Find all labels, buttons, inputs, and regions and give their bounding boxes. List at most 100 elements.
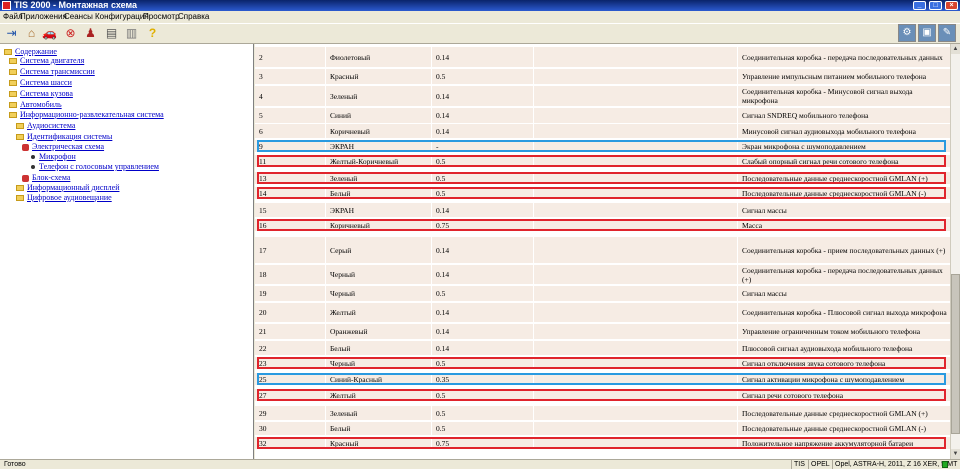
wire-size-cell: 0.5 xyxy=(432,422,533,435)
scroll-down-icon[interactable]: ▼ xyxy=(951,449,960,459)
help-icon[interactable]: ? xyxy=(145,26,160,41)
description-cell: Сигнал отключения звука сотового телефон… xyxy=(738,357,950,369)
blank-cell xyxy=(534,357,737,369)
tree-item-chassis[interactable]: Система шасси xyxy=(9,78,72,88)
contents-tree: Содержание Система двигателя Система тра… xyxy=(0,44,254,459)
wire-size-cell: 0.5 xyxy=(432,187,533,199)
tree-item-voice-phone[interactable]: Телефон с голосовым управлением xyxy=(31,162,159,172)
bullet-icon xyxy=(31,165,35,170)
diagnostics-icon[interactable]: ⚙ xyxy=(898,24,916,42)
menu-help[interactable]: Справка xyxy=(178,11,209,23)
folder-icon xyxy=(9,58,17,65)
table-row[interactable]: 29 Зеленый 0.5 Последовательные данные сред… xyxy=(255,406,950,420)
cancel-icon[interactable]: ⊗ xyxy=(63,26,78,41)
wire-color-cell: Желтый xyxy=(326,389,431,401)
menu-bar: Файл Приложения Сеансы Конфигурация Прос… xyxy=(0,11,960,23)
wire-color-cell: Зеленый xyxy=(326,86,431,106)
vertical-scrollbar[interactable]: ▲ ▼ xyxy=(950,44,960,459)
tree-item-vehicle[interactable]: Автомобиль xyxy=(9,100,62,110)
wire-size-cell: 0.14 xyxy=(432,324,533,339)
blank-cell xyxy=(534,237,737,263)
wire-color-cell: Белый xyxy=(326,341,431,355)
table-row[interactable]: 14 Белый 0.5 Последовательные данные средне… xyxy=(255,187,950,199)
tree-item-info-display[interactable]: Информационный дисплей xyxy=(16,183,119,193)
settings-icon[interactable]: ✎ xyxy=(938,24,956,42)
description-cell: Соединительная коробка - прием последова… xyxy=(738,237,950,263)
print-icon[interactable]: ▤ xyxy=(104,26,119,41)
table-row[interactable]: 15 ЭКРАН 0.14 Сигнал массы xyxy=(255,203,950,217)
pin-cell: 5 xyxy=(255,108,325,123)
tree-item-audio[interactable]: Аудиосистема xyxy=(16,121,75,131)
menu-applications[interactable]: Приложения xyxy=(20,11,67,23)
wire-size-cell: 0.14 xyxy=(432,108,533,123)
blank-cell xyxy=(534,373,737,385)
close-button[interactable]: × xyxy=(945,1,958,10)
tree-item-infotainment[interactable]: Информационно-развлекательная система xyxy=(9,110,164,120)
table-row[interactable]: 23 Черный 0.5 Сигнал отключения звука сотов… xyxy=(255,357,950,369)
table-row[interactable]: 25 Синий-Красный 0.35 Сигнал активации микр… xyxy=(255,373,950,385)
tree-item-microphone[interactable]: Микрофон xyxy=(31,152,76,162)
wire-color-cell: Оранжевый xyxy=(326,324,431,339)
blank-cell xyxy=(534,203,737,217)
tree-item-transmission[interactable]: Система трансмиссии xyxy=(9,67,95,77)
scroll-thumb[interactable] xyxy=(951,274,960,434)
table-row[interactable]: 5 Синий 0.14 Сигнал SNDREQ мобильного телеф… xyxy=(255,108,950,123)
table-row[interactable]: 17 Серый 0.14 Соединительная коробка - прие… xyxy=(255,237,950,263)
table-row[interactable]: 13 Зеленый 0.5 Последовательные данные сред… xyxy=(255,172,950,184)
wire-size-cell: 0.5 xyxy=(432,172,533,184)
wire-color-cell: Серый xyxy=(326,237,431,263)
table-row[interactable]: 9 ЭКРАН - Экран микрофона с шумоподавлением xyxy=(255,140,950,152)
car-icon[interactable]: 🚗 xyxy=(42,26,57,41)
wire-color-cell: Белый xyxy=(326,187,431,199)
wire-size-cell: 0.14 xyxy=(432,86,533,106)
vehicle-icon[interactable]: ▣ xyxy=(918,24,936,42)
print-setup-icon[interactable]: ▥ xyxy=(124,26,139,41)
wire-color-cell: Коричневый xyxy=(326,124,431,138)
table-row[interactable]: 30 Белый 0.5 Последовательные данные средне… xyxy=(255,422,950,435)
minimize-button[interactable]: _ xyxy=(913,1,926,10)
blank-cell xyxy=(534,108,737,123)
description-cell: Масса xyxy=(738,219,950,231)
table-row[interactable]: 6 Коричневый 0.14 Минусовой сигнал аудиовых… xyxy=(255,124,950,138)
folder-icon xyxy=(9,69,17,76)
menu-sessions[interactable]: Сеансы xyxy=(64,11,93,23)
table-row[interactable]: 4 Зеленый 0.14 Соединительная коробка - Мин… xyxy=(255,86,950,106)
menu-view[interactable]: Просмотр xyxy=(143,11,180,23)
maximize-button[interactable]: □ xyxy=(929,1,942,10)
tree-item-block-diagram[interactable]: Блок-схема xyxy=(22,173,70,183)
table-row[interactable]: 3 Красный 0.5 Управление импульсным питание… xyxy=(255,69,950,84)
table-row[interactable]: 22 Белый 0.14 Плюсовой сигнал аудиовыхода м… xyxy=(255,341,950,355)
table-row[interactable]: 19 Черный 0.5 Сигнал массы xyxy=(255,286,950,301)
tree-item-dab[interactable]: Цифровое аудиовещание xyxy=(16,193,112,203)
scroll-up-icon[interactable]: ▲ xyxy=(951,44,960,54)
description-cell: Сигнал активации микрофона с шумоподавле… xyxy=(738,373,950,385)
table-row[interactable]: 2 Фиолетовый 0.14 Соединительная коробка - … xyxy=(255,47,950,67)
table-row[interactable]: 11 Желтый-Коричневый 0.5 Слабый опорный сиг… xyxy=(255,155,950,167)
table-row[interactable]: 21 Оранжевый 0.14 Управление ограниченным т… xyxy=(255,324,950,339)
pin-cell: 29 xyxy=(255,406,325,420)
menu-configuration[interactable]: Конфигурация xyxy=(95,11,149,23)
tree-item-system-id[interactable]: Идентификация системы xyxy=(16,132,112,142)
table-row[interactable]: 18 Черный 0.14 Соединительная коробка - пер… xyxy=(255,265,950,284)
tree-item-engine[interactable]: Система двигателя xyxy=(9,56,84,66)
wire-size-cell: 0.14 xyxy=(432,47,533,67)
exit-icon[interactable]: ⇥ xyxy=(4,26,19,41)
folder-icon xyxy=(9,80,17,87)
description-cell: Соединительная коробка - Плюсовой сигнал… xyxy=(738,303,950,322)
description-cell: Экран микрофона с шумоподавлением xyxy=(738,140,950,152)
person-icon[interactable]: ♟ xyxy=(83,26,98,41)
pin-cell: 18 xyxy=(255,265,325,284)
status-vehicle: Opel, ASTRA-H, 2011, Z 16 XER, 5-MT xyxy=(832,460,959,469)
tree-item-body[interactable]: Система кузова xyxy=(9,89,73,99)
folder-icon xyxy=(16,134,24,141)
table-row[interactable]: 20 Желтый 0.14 Соединительная коробка - Плю… xyxy=(255,303,950,322)
wire-size-cell: 0.14 xyxy=(432,341,533,355)
connection-status-icon xyxy=(942,461,948,468)
home-icon[interactable]: ⌂ xyxy=(24,26,39,41)
tree-item-wiring-diagram[interactable]: Электрическая схема xyxy=(22,142,104,152)
folder-icon xyxy=(16,123,24,130)
table-row[interactable]: 16 Коричневый 0.75 Масса xyxy=(255,219,950,231)
description-cell: Соединительная коробка - передача послед… xyxy=(738,47,950,67)
table-row[interactable]: 32 Красный 0.75 Положительное напряжение ак… xyxy=(255,437,950,449)
table-row[interactable]: 27 Желтый 0.5 Сигнал речи сотового телефона xyxy=(255,389,950,401)
